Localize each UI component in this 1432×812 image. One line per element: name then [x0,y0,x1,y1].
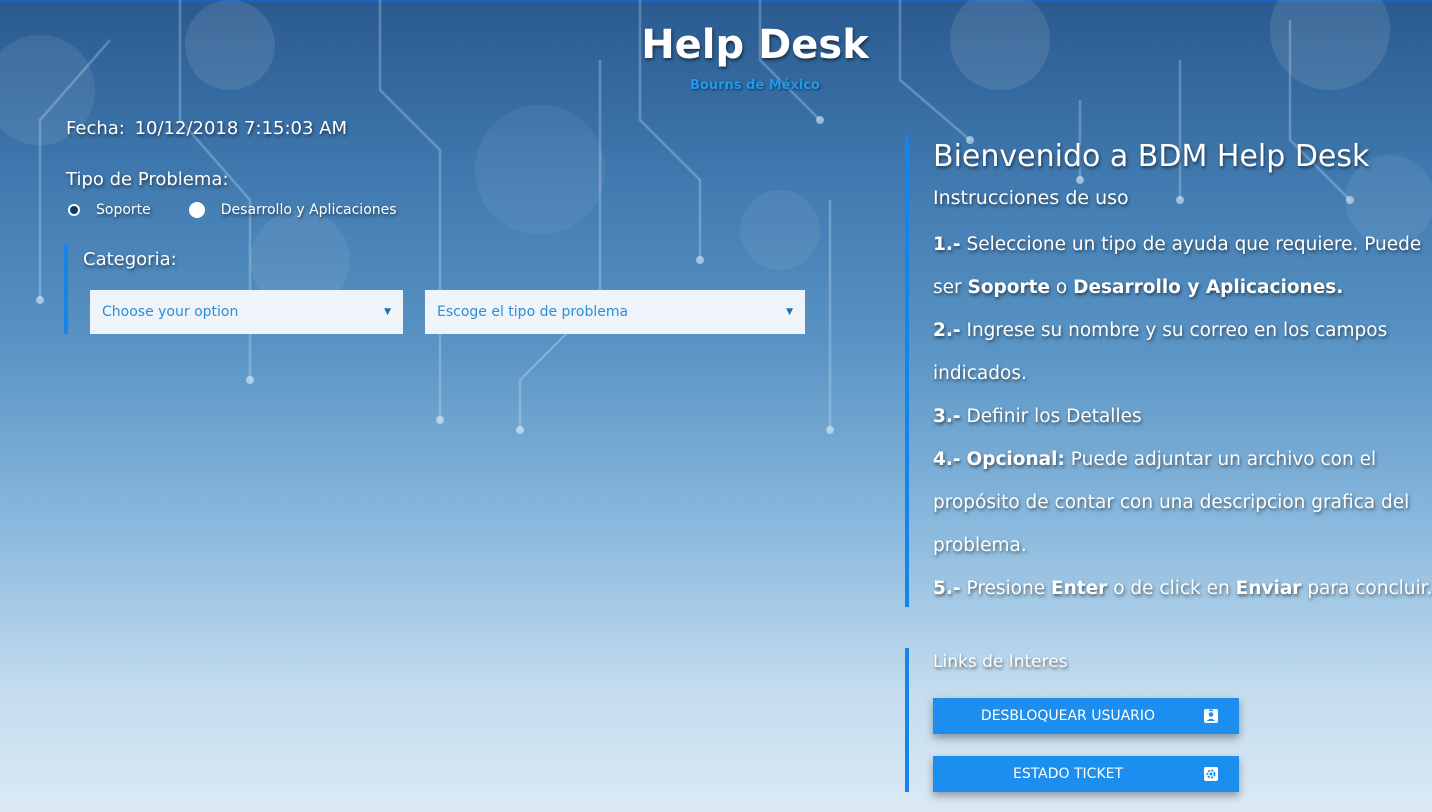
welcome-title: Bienvenido a BDM Help Desk [933,139,1370,174]
dropdown-caret-icon: ▼ [384,307,391,317]
welcome-section: Bienvenido a BDM Help Desk Instrucciones… [905,135,1432,610]
radio-unchecked-icon[interactable] [68,204,80,216]
problem-select-placeholder: Escoge el tipo de problema [437,304,629,320]
radio-circle-icon[interactable] [188,202,205,218]
instructions-list: 1.- Seleccione un tipo de ayuda que requ… [933,223,1432,610]
instruction-step-2: 2.- Ingrese su nombre y su correo en los… [933,320,1388,384]
problem-type-label: Tipo de Problema: [66,169,229,190]
problem-type-radio-group: Soporte Desarrollo y Aplicaciones [68,202,397,218]
instruction-step-1: 1.- Seleccione un tipo de ayuda que requ… [933,234,1422,298]
problem-select[interactable]: Escoge el tipo de problema ▼ [425,290,805,334]
instruction-step-3: 3.- Definir los Detalles [933,406,1142,427]
radio-desarrollo-label: Desarrollo y Aplicaciones [220,202,397,218]
page-title: Help Desk [641,22,869,68]
date-display: Fecha: 10/12/2018 7:15:03 AM [66,118,347,139]
date-value: 10/12/2018 7:15:03 AM [134,118,348,139]
radio-soporte-label: Soporte [96,202,151,218]
dropdown-caret-icon: ▼ [786,307,793,317]
instruction-step-4: 4.- Opcional: Puede adjuntar un archivo … [933,449,1410,556]
radio-desarrollo[interactable]: Desarrollo y Aplicaciones [188,202,397,218]
page-subtitle: Bourns de México [690,78,820,93]
category-select-placeholder: Choose your option [102,304,239,320]
category-select[interactable]: Choose your option ▼ [90,290,403,334]
gear-icon [1204,767,1218,781]
category-label: Categoria: [83,249,177,270]
instruction-step-5: 5.- Presione Enter o de click en Enviar … [933,578,1432,599]
date-label: Fecha: [66,118,125,139]
user-badge-icon [1204,709,1218,723]
links-title: Links de Interes [933,652,1068,672]
radio-soporte[interactable]: Soporte [68,202,151,218]
ticket-status-button-label: ESTADO TICKET [1012,766,1124,782]
category-section: Categoria: Choose your option ▼ Escoge e… [64,244,828,334]
instructions-title: Instrucciones de uso [933,187,1129,209]
links-section: Links de Interes DESBLOQUEAR USUARIO EST… [905,648,1269,792]
unlock-user-button-label: DESBLOQUEAR USUARIO [980,708,1156,724]
unlock-user-button[interactable]: DESBLOQUEAR USUARIO [933,698,1239,734]
top-accent-line [0,0,1432,2]
ticket-status-button[interactable]: ESTADO TICKET [933,756,1239,792]
